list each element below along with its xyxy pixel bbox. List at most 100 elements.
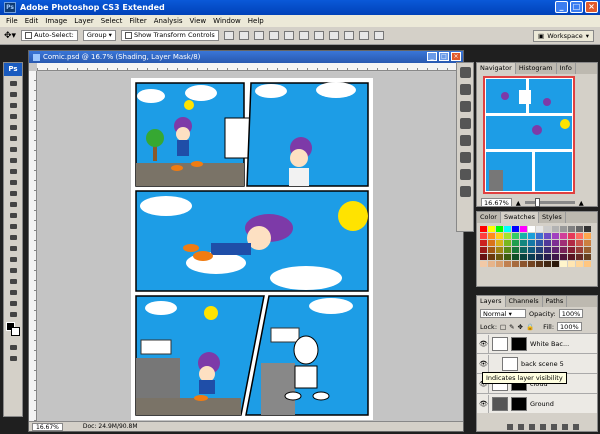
move-tool-icon[interactable]: ✥▾	[4, 31, 16, 41]
canvas-area[interactable]	[38, 72, 463, 422]
layer-visibility-eye-icon[interactable]: 👁	[479, 394, 489, 413]
close-button[interactable]: ×	[585, 1, 598, 13]
doc-close-button[interactable]: ×	[451, 52, 461, 61]
color-swatch[interactable]	[576, 226, 583, 232]
link-layers-icon[interactable]	[507, 423, 513, 430]
color-swatch[interactable]	[480, 247, 487, 253]
lock-image-icon[interactable]: ✎	[509, 323, 514, 331]
tab-color[interactable]: Color	[477, 212, 501, 223]
menu-view[interactable]: View	[190, 17, 207, 25]
minimize-button[interactable]: _	[555, 1, 568, 13]
color-swatch[interactable]	[528, 233, 535, 239]
color-swatch[interactable]	[520, 240, 527, 246]
color-swatch[interactable]	[584, 261, 591, 267]
color-swatch[interactable]	[512, 226, 519, 232]
eraser-tool-button[interactable]	[5, 188, 21, 197]
background-color-swatch[interactable]	[11, 327, 20, 336]
menu-filter[interactable]: Filter	[129, 17, 146, 25]
actions-panel-icon[interactable]	[459, 152, 471, 163]
color-swatch[interactable]	[496, 226, 503, 232]
document-window[interactable]: Comic.psd @ 16.7% (Shading, Layer Mask/8…	[28, 50, 464, 432]
color-swatch[interactable]	[512, 261, 519, 267]
tab-paths[interactable]: Paths	[543, 296, 568, 307]
distribute-left-icon[interactable]	[358, 31, 369, 40]
color-swatch[interactable]	[488, 261, 495, 267]
color-swatch[interactable]	[512, 254, 519, 260]
color-swatch[interactable]	[520, 261, 527, 267]
color-swatch[interactable]	[496, 261, 503, 267]
color-swatch[interactable]	[584, 254, 591, 260]
color-swatch[interactable]	[496, 254, 503, 260]
color-swatch[interactable]	[568, 226, 575, 232]
color-swatch[interactable]	[536, 261, 543, 267]
align-top-icon[interactable]	[223, 31, 234, 40]
vertical-ruler[interactable]	[29, 71, 37, 423]
dodge-tool-button[interactable]	[5, 221, 21, 230]
screen-mode-button[interactable]	[5, 353, 21, 362]
color-swatch[interactable]	[536, 247, 543, 253]
distribute-center-icon[interactable]	[373, 31, 384, 40]
color-swatch[interactable]	[536, 226, 543, 232]
layer-visibility-eye-icon[interactable]: 👁	[479, 354, 489, 373]
color-swatch[interactable]	[584, 226, 591, 232]
color-swatch[interactable]	[512, 240, 519, 246]
color-swatch[interactable]	[504, 247, 511, 253]
color-swatch[interactable]	[528, 254, 535, 260]
color-swatch[interactable]	[544, 240, 551, 246]
tab-channels[interactable]: Channels	[506, 296, 543, 307]
tab-styles[interactable]: Styles	[539, 212, 566, 223]
color-swatch[interactable]	[488, 254, 495, 260]
color-swatch[interactable]	[544, 254, 551, 260]
color-swatch[interactable]	[528, 226, 535, 232]
menu-analysis[interactable]: Analysis	[154, 17, 183, 25]
color-swatch[interactable]	[552, 261, 559, 267]
align-bottom-icon[interactable]	[253, 31, 264, 40]
color-swatch[interactable]	[552, 240, 559, 246]
color-swatch[interactable]	[520, 226, 527, 232]
color-swatch[interactable]	[560, 247, 567, 253]
auto-select-checkbox[interactable]: Auto-Select:	[21, 30, 78, 41]
layer-row[interactable]: 👁 back scene 5	[477, 353, 597, 373]
color-swatch[interactable]	[576, 261, 583, 267]
color-swatch[interactable]	[528, 247, 535, 253]
shape-tool-button[interactable]	[5, 265, 21, 274]
healing-brush-tool-button[interactable]	[5, 144, 21, 153]
menu-image[interactable]: Image	[45, 17, 67, 25]
clone-stamp-tool-button[interactable]	[5, 166, 21, 175]
hand-tool-button[interactable]	[5, 298, 21, 307]
color-swatch[interactable]	[568, 240, 575, 246]
color-swatch[interactable]	[576, 254, 583, 260]
horizontal-ruler[interactable]	[37, 63, 463, 71]
color-swatch[interactable]	[488, 240, 495, 246]
blend-mode-dropdown[interactable]: Normal ▾	[480, 309, 526, 318]
lock-transparent-icon[interactable]: □	[500, 323, 506, 331]
color-swatch[interactable]	[528, 240, 535, 246]
color-swatch[interactable]	[544, 261, 551, 267]
navigator-zoom-field[interactable]: 16.67%	[481, 198, 512, 207]
layer-comps-panel-icon[interactable]	[459, 101, 471, 112]
color-swatch[interactable]	[520, 247, 527, 253]
move-tool-button[interactable]	[5, 78, 21, 87]
tab-navigator[interactable]: Navigator	[477, 63, 516, 74]
swatch-grid[interactable]	[477, 223, 597, 267]
paragraph-panel-icon[interactable]	[459, 186, 471, 197]
clone-source-panel-icon[interactable]	[459, 118, 471, 129]
color-swatch[interactable]	[536, 254, 543, 260]
color-swatch[interactable]	[552, 254, 559, 260]
align-left-icon[interactable]	[268, 31, 279, 40]
new-group-icon[interactable]	[551, 423, 557, 430]
pen-tool-button[interactable]	[5, 232, 21, 241]
history-panel-icon[interactable]	[459, 135, 471, 146]
tool-presets-panel-icon[interactable]	[459, 84, 471, 95]
align-right-icon[interactable]	[298, 31, 309, 40]
color-swatch[interactable]	[504, 226, 511, 232]
color-swatch[interactable]	[552, 233, 559, 239]
color-swatch[interactable]	[488, 247, 495, 253]
color-swatch[interactable]	[496, 247, 503, 253]
show-transform-checkbox[interactable]: Show Transform Controls	[120, 30, 219, 41]
maximize-button[interactable]: □	[570, 1, 583, 13]
color-swatch[interactable]	[512, 233, 519, 239]
brush-tool-button[interactable]	[5, 155, 21, 164]
doc-size-info[interactable]: Doc: 24.9M/90.8M	[83, 423, 138, 430]
tab-swatches[interactable]: Swatches	[500, 212, 540, 223]
